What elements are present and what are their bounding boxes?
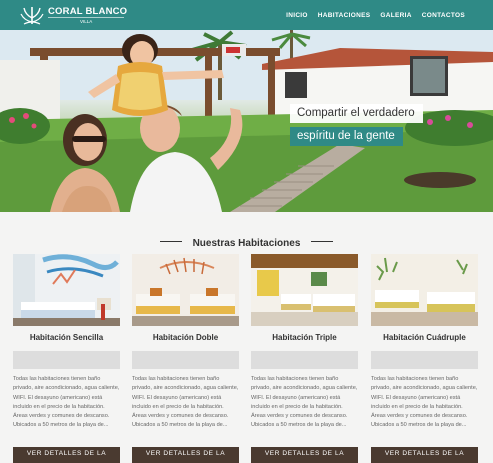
- brand-divider: [48, 17, 124, 18]
- room-photo-image: [132, 254, 239, 326]
- room-description: Todas las habitaciones tienen baño priva…: [132, 376, 239, 429]
- hero-banner: Compartir el verdadero espíritu de la ge…: [0, 30, 493, 212]
- nav-habitaciones[interactable]: HABITACIONES: [318, 12, 371, 19]
- hero-caption-line1: Compartir el verdadero: [290, 104, 423, 123]
- room-name: Habitación Sencilla: [29, 333, 104, 342]
- nav-contactos[interactable]: CONTACTOS: [422, 12, 465, 19]
- room-placeholder-bar: [371, 351, 478, 369]
- room-placeholder-bar: [132, 351, 239, 369]
- room-name: Habitación Doble: [152, 333, 219, 342]
- room-details-button[interactable]: VER DETALLES DE LA: [13, 447, 120, 463]
- room-name: Habitación Cuádruple: [383, 333, 466, 342]
- room-card-doble: Habitación Doble Todas las habitaciones …: [132, 254, 239, 463]
- heading-rule-right: [310, 241, 333, 243]
- room-photo-image: [371, 254, 478, 326]
- rooms-section-heading: Nuestras Habitaciones: [0, 233, 493, 249]
- hero-caption-line2: espíritu de la gente: [290, 127, 403, 146]
- room-placeholder-bar: [13, 351, 120, 369]
- site-header: CORAL BLANCO VILLA INICIO HABITACIONES G…: [0, 0, 493, 30]
- room-card-cuadruple: Habitación Cuádruple Todas las habitacio…: [371, 254, 478, 463]
- coral-logo-icon: [20, 7, 44, 25]
- section-title: Nuestras Habitaciones: [192, 238, 301, 249]
- room-details-button[interactable]: VER DETALLES DE LA: [371, 447, 478, 463]
- room-name: Habitación Triple: [272, 333, 337, 342]
- room-photo-image: [13, 254, 120, 326]
- room-description: Todas las habitaciones tienen baño priva…: [13, 376, 120, 429]
- hero-caption: Compartir el verdadero espíritu de la ge…: [290, 103, 423, 146]
- room-description: Todas las habitaciones tienen baño priva…: [371, 376, 478, 429]
- room-photo-image: [251, 254, 358, 326]
- room-placeholder-bar: [251, 351, 358, 369]
- main-nav: INICIO HABITACIONES GALERIA CONTACTOS: [286, 0, 493, 30]
- room-card-triple: Habitación Triple Todas las habitaciones…: [251, 254, 358, 463]
- heading-rule-left: [160, 241, 183, 243]
- room-photo-triple[interactable]: [251, 254, 358, 326]
- nav-galeria[interactable]: GALERIA: [380, 12, 411, 19]
- room-card-sencilla: Habitación Sencilla Todas las habitacion…: [13, 254, 120, 463]
- room-details-button[interactable]: VER DETALLES DE LA: [132, 447, 239, 463]
- room-photo-sencilla[interactable]: [13, 254, 120, 326]
- nav-inicio[interactable]: INICIO: [286, 12, 308, 19]
- brand-name: CORAL BLANCO: [48, 6, 128, 17]
- room-photo-cuadruple[interactable]: [371, 254, 478, 326]
- room-details-button[interactable]: VER DETALLES DE LA: [251, 447, 358, 463]
- room-description: Todas las habitaciones tienen baño priva…: [251, 376, 358, 429]
- room-photo-doble[interactable]: [132, 254, 239, 326]
- brand-subtitle: VILLA: [80, 19, 93, 24]
- brand-logo[interactable]: CORAL BLANCO VILLA: [18, 3, 168, 27]
